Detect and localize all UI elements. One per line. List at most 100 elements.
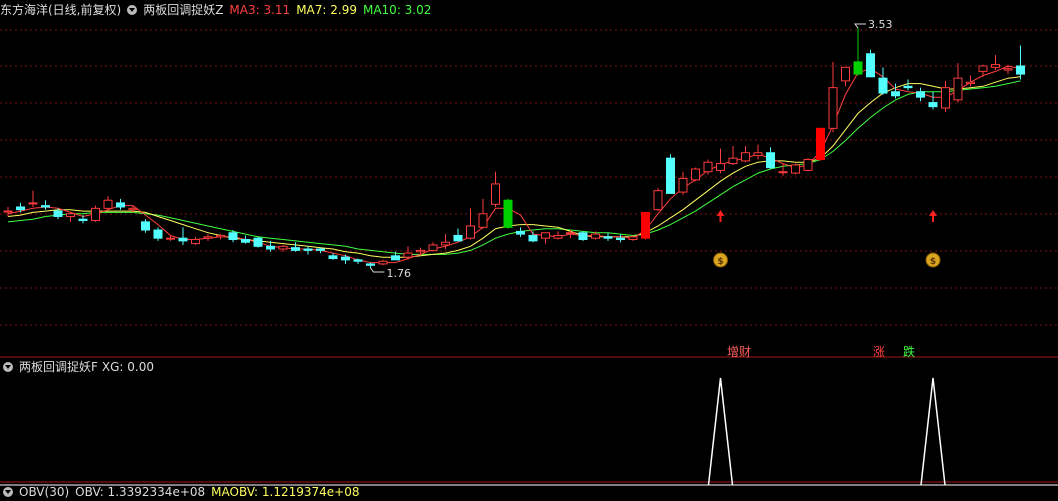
candle-body xyxy=(478,213,488,228)
candle-body xyxy=(866,53,875,78)
candle-body xyxy=(153,229,163,239)
candle-body xyxy=(141,221,150,231)
candle-body xyxy=(991,64,1000,68)
candle-body xyxy=(553,234,563,239)
ma3-label: MA3: 3.11 xyxy=(229,3,291,17)
main-header: 东方海洋(日线,前复权) 两板回调捉妖Z MA3: 3.11 MA7: 2.99… xyxy=(0,1,437,19)
candle-body xyxy=(641,211,650,239)
candle-body xyxy=(966,81,975,85)
candle-body xyxy=(828,87,838,129)
candle-body xyxy=(541,232,550,239)
candle-body xyxy=(766,152,775,169)
up-arrow-icon xyxy=(929,210,937,222)
ma10-label: MA10: 3.02 xyxy=(362,3,432,17)
candle-body xyxy=(316,248,325,251)
candle-body xyxy=(803,159,813,171)
candle-body xyxy=(653,190,663,211)
dropdown-icon[interactable] xyxy=(3,362,13,372)
candle-body xyxy=(616,237,625,241)
candle-body xyxy=(216,234,225,238)
low-label: 1.76 xyxy=(387,267,412,280)
money-bag-symbol: $ xyxy=(717,257,723,267)
low-pointer xyxy=(370,267,385,273)
candle-body xyxy=(728,157,738,165)
candle-body xyxy=(91,207,100,222)
candle-body xyxy=(916,91,925,98)
candle-body xyxy=(378,260,388,265)
candle-body xyxy=(191,239,200,245)
sub-indicator-name[interactable]: 两板回调捉妖F xyxy=(19,358,98,376)
candle-body xyxy=(453,234,463,242)
candle-body xyxy=(78,218,88,222)
candle-body xyxy=(353,259,363,262)
candle-body xyxy=(128,207,138,211)
candle-body xyxy=(178,237,188,242)
candle-body xyxy=(578,232,588,241)
candle-body xyxy=(241,239,250,243)
candle-body xyxy=(341,256,350,261)
candle-body xyxy=(753,152,763,156)
candle-body xyxy=(716,163,725,171)
bottom-header: OBV(30) OBV: 1.3392334e+08 MAOBV: 1.1219… xyxy=(3,483,366,501)
candle-body xyxy=(16,206,25,211)
xg-pulse xyxy=(920,377,946,486)
candle-body xyxy=(278,245,288,250)
candle-body xyxy=(953,77,963,101)
stock-title[interactable]: 东方海洋(日线,前复权) xyxy=(0,1,121,19)
candle-body xyxy=(428,244,438,251)
xg-pulse xyxy=(707,377,734,486)
indicator-name[interactable]: 两板回调捉妖Z xyxy=(143,1,223,19)
stock-chart[interactable]: 3.53 1.76 $ $ xyxy=(0,0,1058,493)
ma10-line xyxy=(7,80,1021,255)
candle-body xyxy=(328,255,338,260)
candle-body xyxy=(203,236,213,239)
candle-body xyxy=(628,236,638,241)
candle-body xyxy=(303,248,313,251)
candle-body xyxy=(103,199,113,209)
candle-body xyxy=(741,152,750,162)
candle-body xyxy=(466,225,475,239)
maobv-value: MAOBV: 1.1219374e+08 xyxy=(211,485,360,499)
candle-body xyxy=(66,213,75,217)
candle-body xyxy=(853,61,863,75)
candle-body xyxy=(1016,65,1025,75)
ma7-label: MA7: 2.99 xyxy=(296,3,357,17)
candle-body xyxy=(366,263,375,266)
candle-body xyxy=(516,230,525,235)
high-label: 3.53 xyxy=(868,18,893,31)
candle-body xyxy=(528,234,538,242)
candle-body xyxy=(778,171,788,174)
candle-body xyxy=(1003,68,1013,71)
obv-value: OBV: 1.3392334e+08 xyxy=(75,485,206,499)
candle-body xyxy=(253,237,263,247)
dropdown-icon[interactable] xyxy=(127,5,138,15)
candle-body xyxy=(41,205,50,208)
candle-body xyxy=(28,202,38,205)
candle-body xyxy=(903,85,913,89)
candle-body xyxy=(941,87,950,109)
obv-label[interactable]: OBV(30) xyxy=(19,483,69,501)
candle-body xyxy=(116,202,125,208)
candle-body xyxy=(266,245,275,250)
candle-body xyxy=(441,241,450,246)
candle-body xyxy=(891,91,900,97)
xg-label: XG: 0.00 xyxy=(101,360,155,374)
candle-body xyxy=(403,252,413,258)
candle-body xyxy=(391,255,400,261)
signal-zengcai: 增财 xyxy=(727,345,752,359)
candle-body xyxy=(703,161,713,173)
candle-body xyxy=(666,157,675,194)
candle-body xyxy=(53,210,63,217)
signal-zhang: 涨 xyxy=(873,345,886,359)
signal-die: 跌 xyxy=(903,345,916,359)
dropdown-icon[interactable] xyxy=(3,487,13,497)
candle-body xyxy=(841,66,850,82)
candle-body xyxy=(878,77,888,94)
candle-body xyxy=(978,65,988,72)
candle-body xyxy=(678,178,688,193)
candle-body xyxy=(228,232,238,241)
high-pointer xyxy=(854,23,866,29)
candle-body xyxy=(491,183,500,205)
sub-header: 两板回调捉妖F XG: 0.00 xyxy=(3,358,160,376)
candle-body xyxy=(928,102,938,108)
